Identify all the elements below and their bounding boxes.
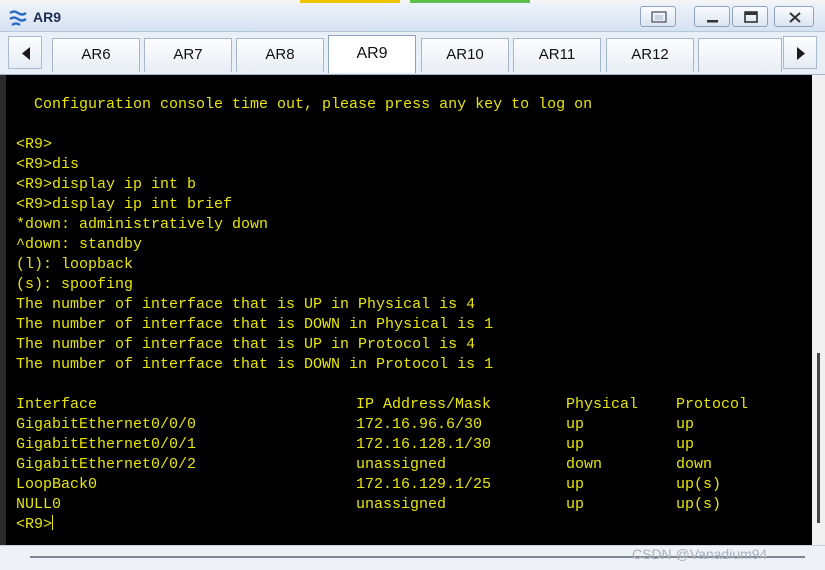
tab-ar10[interactable]: AR10 — [421, 38, 509, 72]
tab-bar: AR6 AR7 AR8 AR9 AR10 AR11 AR12 — [0, 32, 825, 75]
header-ip-mask: IP Address/Mask — [356, 396, 492, 413]
tab-scroll-left-button[interactable] — [8, 36, 42, 69]
cell-protocol: up(s) — [676, 496, 722, 513]
cell-protocol: up — [676, 436, 695, 453]
cell-interface: GigabitEthernet0/0/1 — [16, 436, 197, 453]
minimize-icon — [707, 20, 718, 23]
console-line: The number of interface that is DOWN in … — [16, 316, 494, 333]
tab-ar9[interactable]: AR9 — [328, 35, 416, 73]
tab-ar12[interactable]: AR12 — [606, 38, 694, 72]
arrow-right-icon — [797, 47, 805, 60]
cell-physical: down — [566, 456, 603, 473]
console-line: ^down: standby — [16, 236, 143, 253]
cell-physical: up — [566, 436, 585, 453]
console-line: The number of interface that is DOWN in … — [16, 356, 494, 373]
tab-ar7[interactable]: AR7 — [144, 38, 232, 72]
cell-protocol: up(s) — [676, 476, 722, 493]
maximize-button[interactable] — [732, 6, 768, 27]
cell-ip-mask: unassigned — [356, 456, 447, 473]
command-prompt: <R9> — [16, 516, 53, 533]
console-line: The number of interface that is UP in Ph… — [16, 296, 476, 313]
header-physical: Physical — [566, 396, 639, 413]
tab-ar11[interactable]: AR11 — [513, 38, 601, 72]
cell-interface: GigabitEthernet0/0/0 — [16, 416, 197, 433]
cell-physical: up — [566, 416, 585, 433]
vertical-scrollbar[interactable] — [812, 75, 825, 545]
cell-interface: NULL0 — [16, 496, 62, 513]
console-line: *down: administratively down — [16, 216, 269, 233]
restore-icon — [651, 11, 667, 23]
title-bar[interactable]: AR9 — [0, 3, 825, 32]
cell-physical: up — [566, 496, 585, 513]
close-button[interactable] — [774, 6, 814, 27]
cell-ip-mask: unassigned — [356, 496, 447, 513]
cell-ip-mask: 172.16.96.6/30 — [356, 416, 483, 433]
console-line: <R9> — [16, 136, 53, 153]
cell-protocol: up — [676, 416, 695, 433]
command-prompt-line[interactable]: <R9> — [16, 515, 54, 535]
scrollbar-thumb[interactable] — [817, 353, 820, 523]
maximize-icon — [744, 11, 758, 23]
cell-interface: GigabitEthernet0/0/2 — [16, 456, 197, 473]
timeout-message: Configuration console time out, please p… — [16, 96, 593, 113]
bottom-bar: CSDN @Vanadium94 — [0, 545, 825, 570]
console-line: (s): spoofing — [16, 276, 134, 293]
window-title: AR9 — [33, 9, 62, 25]
restore-window-button[interactable] — [640, 6, 676, 27]
cell-physical: up — [566, 476, 585, 493]
minimize-button[interactable] — [694, 6, 730, 27]
tab-ar8[interactable]: AR8 — [236, 38, 324, 72]
watermark: CSDN @Vanadium94 — [632, 546, 768, 562]
cell-protocol: down — [676, 456, 713, 473]
console-line: The number of interface that is UP in Pr… — [16, 336, 476, 353]
text-cursor — [52, 515, 54, 530]
header-interface: Interface — [16, 396, 98, 413]
console-line: <R9>dis — [16, 156, 80, 173]
arrow-left-icon — [22, 47, 30, 60]
console-line: (l): loopback — [16, 256, 134, 273]
cell-interface: LoopBack0 — [16, 476, 98, 493]
cell-ip-mask: 172.16.129.1/25 — [356, 476, 492, 493]
cell-ip-mask: 172.16.128.1/30 — [356, 436, 492, 453]
tab-scroll-right-button[interactable] — [783, 36, 817, 69]
console-terminal[interactable]: Configuration console time out, please p… — [0, 75, 812, 545]
console-line: <R9>display ip int brief — [16, 196, 233, 213]
close-icon — [789, 12, 801, 23]
router-app-icon — [9, 10, 27, 26]
tab-ar6[interactable]: AR6 — [52, 38, 140, 72]
header-protocol: Protocol — [676, 396, 749, 413]
tab-empty-slot — [698, 38, 782, 72]
console-line: <R9>display ip int b — [16, 176, 197, 193]
